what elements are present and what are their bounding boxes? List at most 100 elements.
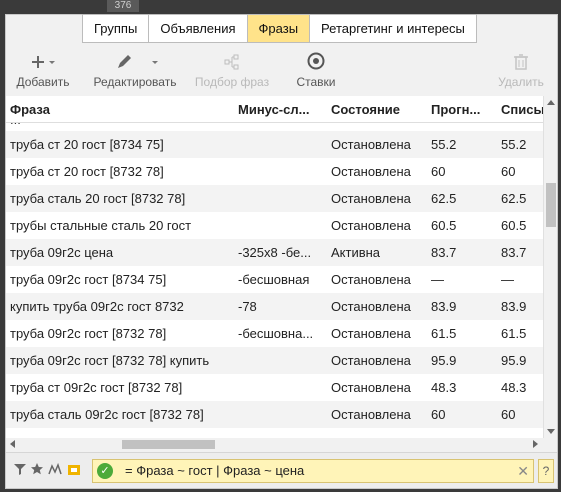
cell-charge: 55.2 [501, 137, 527, 152]
cell-phrase: труба сталь 09г2с гост [8732 78] [10, 407, 204, 422]
table-row[interactable]: труба 09г2с цена -325х8 -бе... Активна 83.7… [6, 239, 543, 266]
folder-icon[interactable] [68, 463, 80, 478]
cell-charge: 60 [501, 164, 516, 179]
cell-minus-words [234, 212, 327, 239]
cell-forecast: 60 [431, 407, 446, 422]
cell-charge: 60.5 [501, 218, 527, 233]
filter-expression-text: = Фраза ~ гост | Фраза ~ цена [125, 463, 305, 478]
cell-phrase: труба сталь 20 гост [8732 78] [10, 191, 186, 206]
cell-forecast: — [431, 272, 444, 287]
cell-charge: 60 [501, 407, 516, 422]
count-badge: 376 [107, 0, 139, 12]
delete-button[interactable]: Удалить [493, 45, 549, 97]
cell-forecast: 83.7 [431, 245, 457, 260]
table-row[interactable]: труба сталь 20 гост [8732 78] Остановлена… [6, 185, 543, 212]
cell-charge: 61.5 [501, 326, 527, 341]
star-icon[interactable] [31, 463, 43, 478]
column-header-state[interactable]: Состояние [327, 96, 427, 122]
scroll-corner [543, 438, 557, 450]
horizontal-scroll-thumb[interactable] [122, 440, 215, 449]
bids-button[interactable]: Ставки [290, 45, 342, 97]
cell-state: Остановлена [331, 380, 411, 395]
plus-icon [14, 45, 72, 71]
column-header-phrase[interactable]: Фраза [6, 96, 234, 122]
scroll-down-icon[interactable] [547, 429, 555, 434]
cell-state: Остановлена [331, 218, 411, 233]
coin-icon [290, 45, 342, 71]
cell-phrase: трубы стальные сталь 20 гост [10, 218, 192, 233]
table-row[interactable]: труба ст 20 гост [8734 75] Остановлена 55.… [6, 131, 543, 158]
cell-state: Активна [331, 245, 381, 260]
scroll-right-icon[interactable] [533, 440, 538, 448]
edit-button[interactable]: Редактировать [90, 45, 180, 97]
phrase-select-button[interactable]: Подбор фраз [192, 45, 272, 97]
add-button[interactable]: Добавить [14, 45, 72, 97]
trash-icon [493, 45, 549, 71]
tab-groups[interactable]: Группы [83, 15, 150, 42]
cell-minus-words [234, 374, 327, 401]
vertical-scroll-thumb[interactable] [546, 183, 556, 227]
check-icon: ✓ [97, 463, 113, 479]
tab-bar: Группы Объявления Фразы Ретаргетинг и ин… [82, 14, 477, 43]
cell-phrase: труба 09г2с гост [8732 78] [10, 326, 167, 341]
cell-minus-words [234, 347, 327, 374]
cell-minus-words: -78 [238, 299, 257, 314]
cell-forecast: 60 [431, 164, 446, 179]
add-label: Добавить [16, 75, 70, 89]
cell-phrase: труба ст 09г2с гост [8732 78] [10, 380, 183, 395]
top-strip: 376 [0, 0, 561, 14]
cell-minus-words [234, 158, 327, 185]
horizontal-scrollbar[interactable] [6, 438, 543, 450]
cell-forecast: 48.3 [431, 380, 457, 395]
column-header-minus-words[interactable]: Минус-сл... [234, 96, 327, 122]
delete-label: Удалить [498, 75, 544, 89]
column-header-forecast[interactable]: Прогн... [427, 96, 497, 122]
cell-minus-words [234, 401, 327, 428]
scroll-up-icon[interactable] [547, 100, 555, 105]
cell-minus-words [234, 131, 327, 158]
table-row[interactable]: трубы стальные сталь 20 гост Остановлена 6… [6, 212, 543, 239]
table-row[interactable]: труба ст 09г2с гост [8732 78] Остановлена… [6, 374, 543, 401]
cell-minus-words: -325х8 -бе... [238, 245, 312, 260]
table-row[interactable]: труба 09г2с гост [8734 75] -бесшовная Оста… [6, 266, 543, 293]
cell-charge: — [501, 272, 514, 287]
filter-bar: ✓ = Фраза ~ гост | Фраза ~ цена ✕ ? [6, 452, 557, 488]
table-row[interactable]: труба сталь 09г2с гост [8732 78] Остановл… [6, 401, 543, 428]
cell-state: Остановлена [331, 299, 411, 314]
cell-phrase: труба 09г2с гост [8734 75] [10, 272, 167, 287]
filter-expression-field[interactable]: ✓ = Фраза ~ гост | Фраза ~ цена ✕ [92, 459, 534, 483]
table-body: труба ст 20 гост [8734 75] Остановлена 55.… [6, 131, 543, 428]
filter-icon[interactable] [14, 463, 26, 478]
cell-state: Остановлена [331, 164, 411, 179]
toolbar: Добавить Редактировать Подбор фраз Ставк… [6, 45, 557, 97]
table-row[interactable]: купить труба 09г2с гост 8732 -78 Остановле… [6, 293, 543, 320]
tab-phrases[interactable]: Фразы [247, 15, 311, 42]
cell-forecast: 62.5 [431, 191, 457, 206]
column-header-charge[interactable]: Списыва [497, 96, 543, 122]
table-row[interactable]: труба ст 20 гост [8732 78] Остановлена 60 6… [6, 158, 543, 185]
tab-ads[interactable]: Объявления [149, 15, 248, 42]
cell-state: Остановлена [331, 353, 411, 368]
cell-forecast: 83.9 [431, 299, 457, 314]
table-header: Фраза Минус-сл... Состояние Прогн... Спи… [6, 96, 543, 123]
tab-retargeting[interactable]: Ретаргетинг и интересы [310, 15, 476, 42]
chart-icon[interactable] [48, 462, 62, 478]
cell-minus-words: -бесшовна... [238, 326, 314, 341]
partial-row: ... [6, 123, 543, 131]
vertical-scrollbar[interactable] [543, 96, 557, 438]
cell-charge: 62.5 [501, 191, 527, 206]
bids-label: Ставки [296, 75, 336, 89]
scroll-left-icon[interactable] [10, 440, 15, 448]
phrase-select-label: Подбор фраз [194, 75, 270, 89]
table-row[interactable]: труба 09г2с гост [8732 78] купить Останов… [6, 347, 543, 374]
cell-forecast: 60.5 [431, 218, 457, 233]
tree-icon [192, 45, 272, 71]
help-icon[interactable]: ? [538, 459, 554, 483]
table-row[interactable]: труба 09г2с гост [8732 78] -бесшовна... Ос… [6, 320, 543, 347]
cell-charge: 48.3 [501, 380, 527, 395]
cell-phrase: труба 09г2с гост [8732 78] купить [10, 353, 210, 368]
cell-forecast: 55.2 [431, 137, 457, 152]
clear-filter-icon[interactable]: ✕ [517, 460, 529, 482]
cell-state: Остановлена [331, 272, 411, 287]
cell-charge: 83.7 [501, 245, 527, 260]
